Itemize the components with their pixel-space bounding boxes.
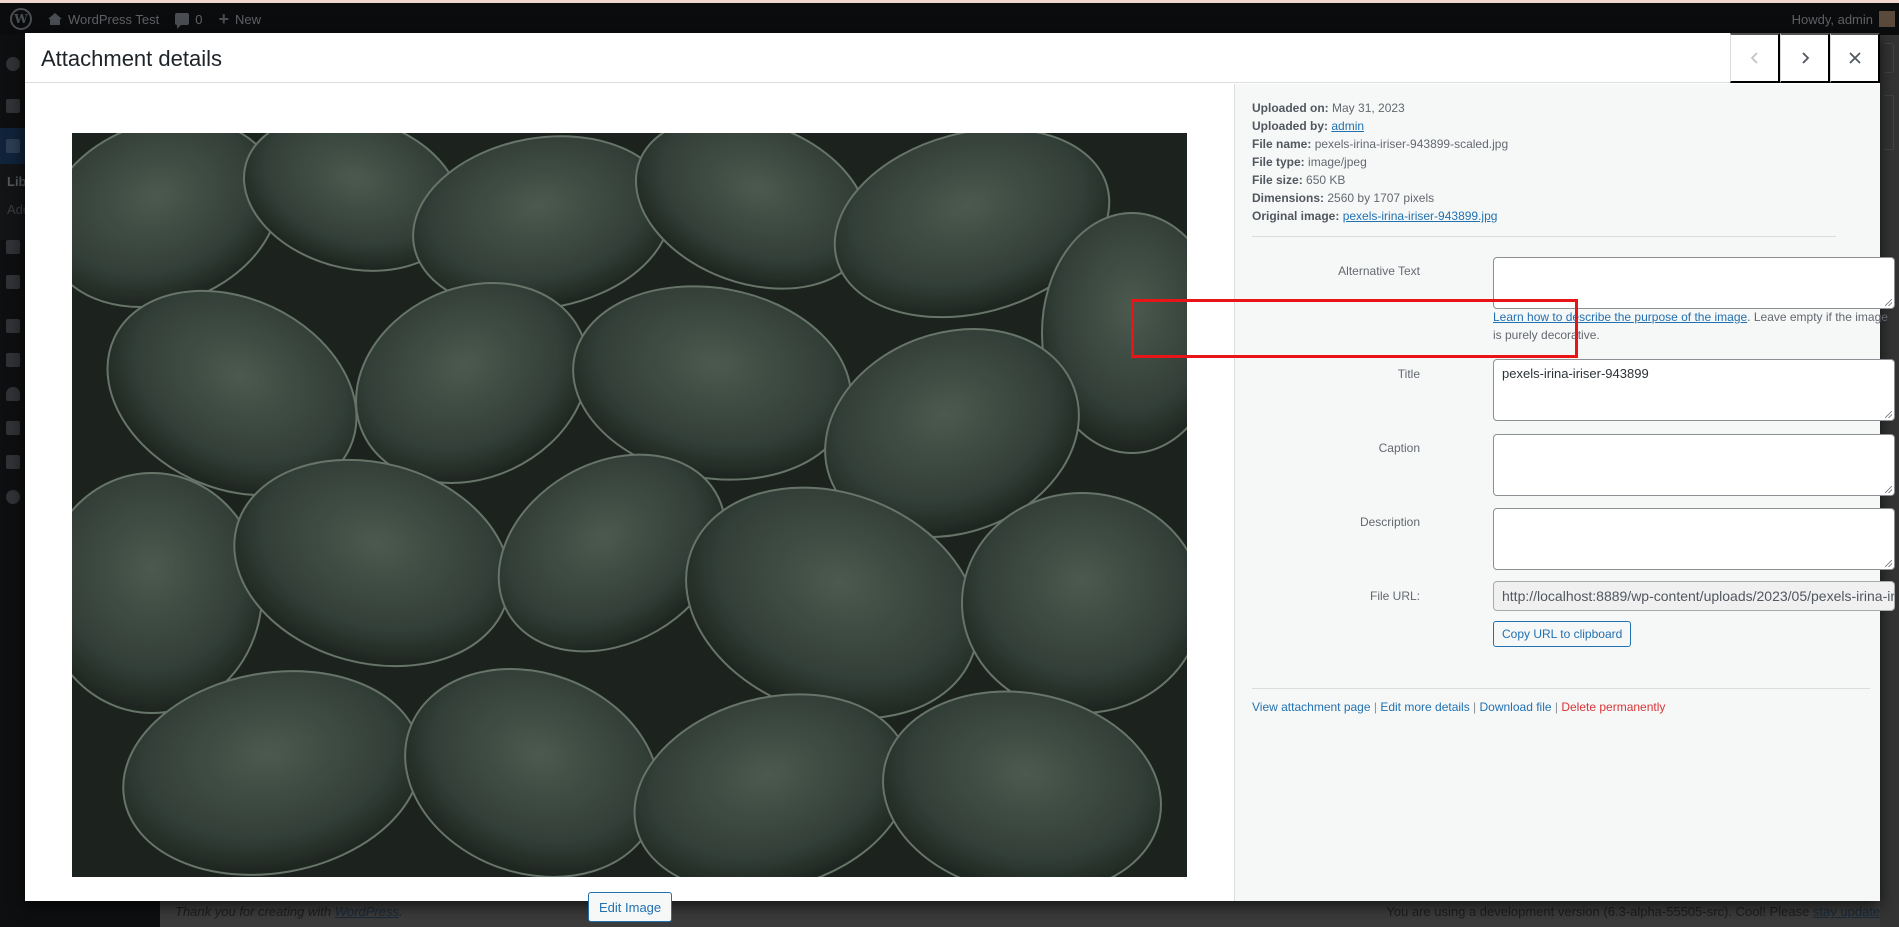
copy-url-button[interactable]: Copy URL to clipboard bbox=[1493, 621, 1632, 647]
attachment-info-sidebar: Uploaded on: May 31, 2023 Uploaded by: a… bbox=[1234, 84, 1895, 901]
file-type-value: image/jpeg bbox=[1308, 155, 1367, 169]
wp-logo-menu[interactable]: W bbox=[0, 3, 40, 35]
download-file-link[interactable]: Download file bbox=[1480, 700, 1552, 714]
original-image-label: Original image: bbox=[1252, 209, 1340, 223]
chevron-left-icon bbox=[1750, 52, 1758, 64]
file-size-value: 650 KB bbox=[1306, 173, 1346, 187]
file-size-row: File size: 650 KB bbox=[1252, 171, 1508, 189]
new-label: New bbox=[235, 11, 262, 27]
file-type-row: File type: image/jpeg bbox=[1252, 153, 1508, 171]
file-name-label: File name: bbox=[1252, 137, 1312, 151]
footer-thanks-suffix: . bbox=[399, 904, 403, 919]
close-icon bbox=[1848, 52, 1861, 64]
separator: | bbox=[1370, 700, 1381, 714]
attachment-details-modal: Attachment details Edit Image Uploaded o… bbox=[25, 33, 1895, 922]
description-textarea[interactable] bbox=[1493, 508, 1895, 570]
file-size-label: File size: bbox=[1252, 173, 1303, 187]
title-label: Title bbox=[1397, 367, 1420, 381]
chevron-right-icon bbox=[1801, 52, 1809, 64]
hosta-leaves-photo bbox=[72, 133, 1187, 877]
media-icon bbox=[6, 139, 20, 153]
next-attachment-button[interactable] bbox=[1780, 33, 1830, 83]
description-label: Description bbox=[1359, 515, 1420, 529]
home-icon bbox=[48, 13, 62, 25]
howdy-greeting: Howdy, admin bbox=[1791, 11, 1873, 27]
file-url-input[interactable]: http://localhost:8889/wp-content/uploads… bbox=[1493, 581, 1895, 611]
comments-count: 0 bbox=[195, 11, 203, 27]
modal-title: Attachment details bbox=[41, 46, 222, 71]
uploaded-by-label: Uploaded by: bbox=[1252, 119, 1329, 133]
footer-thanks: Thank you for creating with WordPress. bbox=[175, 904, 403, 919]
comments-link[interactable]: 0 bbox=[167, 3, 210, 35]
previous-attachment-button[interactable] bbox=[1730, 33, 1780, 83]
stay-updated-link[interactable]: stay updated bbox=[1813, 904, 1887, 919]
file-name-value: pexels-irina-iriser-943899-scaled.jpg bbox=[1314, 137, 1509, 151]
site-name: WordPress Test bbox=[68, 11, 160, 27]
view-attachment-page-link[interactable]: View attachment page bbox=[1252, 700, 1371, 714]
original-image-row: Original image: pexels-irina-iriser-9438… bbox=[1252, 207, 1508, 225]
comments-icon[interactable] bbox=[6, 275, 20, 289]
uploaded-by-row: Uploaded by: admin bbox=[1252, 117, 1508, 135]
wordpress-logo-icon: W bbox=[10, 8, 32, 30]
file-url-label: File URL: bbox=[1369, 589, 1420, 603]
dimensions-label: Dimensions: bbox=[1252, 191, 1325, 205]
title-textarea[interactable]: pexels-irina-iriser-943899 bbox=[1493, 359, 1895, 421]
new-content-menu[interactable]: + New bbox=[211, 3, 270, 35]
caption-textarea[interactable] bbox=[1493, 434, 1895, 496]
dimensions-row: Dimensions: 2560 by 1707 pixels bbox=[1252, 189, 1508, 207]
plus-icon: + bbox=[218, 9, 230, 29]
dashboard-icon[interactable] bbox=[6, 57, 20, 71]
edit-more-details-link[interactable]: Edit more details bbox=[1380, 700, 1469, 714]
settings-icon[interactable] bbox=[6, 455, 20, 469]
alt-text-label: Alternative Text bbox=[1338, 264, 1420, 278]
original-image-link[interactable]: pexels-irina-iriser-943899.jpg bbox=[1343, 209, 1498, 223]
uploaded-on-value: May 31, 2023 bbox=[1332, 101, 1405, 115]
attachment-media-view: Edit Image bbox=[25, 84, 1234, 922]
attachment-actions: View attachment page | Edit more details… bbox=[1252, 700, 1665, 714]
delete-permanently-link[interactable]: Delete permanently bbox=[1561, 700, 1665, 714]
edit-image-button[interactable]: Edit Image bbox=[588, 892, 673, 922]
collapse-menu-icon[interactable] bbox=[6, 490, 20, 504]
file-name-row: File name: pexels-irina-iriser-943899-sc… bbox=[1252, 135, 1508, 153]
uploaded-on-label: Uploaded on: bbox=[1252, 101, 1329, 115]
appearance-brush-icon[interactable] bbox=[6, 319, 20, 333]
uploaded-by-link[interactable]: admin bbox=[1331, 119, 1364, 133]
footer-version-text: You are using a development version (6.3… bbox=[1386, 904, 1813, 919]
tools-wrench-icon[interactable] bbox=[6, 421, 20, 435]
site-name-link[interactable]: WordPress Test bbox=[40, 3, 167, 35]
file-type-label: File type: bbox=[1252, 155, 1305, 169]
file-details: Uploaded on: May 31, 2023 Uploaded by: a… bbox=[1252, 99, 1508, 225]
screen-options-tab bbox=[1884, 43, 1894, 73]
actions-divider bbox=[1252, 688, 1870, 689]
help-tab bbox=[1884, 95, 1894, 150]
modal-header: Attachment details bbox=[25, 33, 1880, 83]
dimensions-value: 2560 by 1707 pixels bbox=[1327, 191, 1435, 205]
alt-text-textarea[interactable] bbox=[1493, 257, 1895, 309]
footer-thanks-text: Thank you for creating with bbox=[175, 904, 335, 919]
caption-label: Caption bbox=[1378, 441, 1420, 455]
close-modal-button[interactable] bbox=[1830, 33, 1880, 83]
users-icon[interactable] bbox=[6, 387, 20, 401]
admin-bar: W WordPress Test 0 + New Howdy, admin bbox=[0, 3, 1899, 35]
uploaded-on-row: Uploaded on: May 31, 2023 bbox=[1252, 99, 1508, 117]
avatar bbox=[1879, 11, 1895, 27]
footer-version: You are using a development version (6.3… bbox=[1386, 904, 1891, 919]
alt-text-help: Learn how to describe the purpose of the… bbox=[1493, 308, 1895, 344]
footer-wordpress-link[interactable]: WordPress bbox=[335, 904, 399, 919]
separator: | bbox=[1469, 700, 1480, 714]
details-divider bbox=[1252, 236, 1836, 237]
comment-icon bbox=[175, 13, 190, 29]
attachment-image bbox=[72, 133, 1187, 877]
alt-text-help-link[interactable]: Learn how to describe the purpose of the… bbox=[1493, 310, 1747, 324]
posts-pin-icon[interactable] bbox=[6, 99, 20, 113]
separator: | bbox=[1551, 700, 1562, 714]
my-account-menu[interactable]: Howdy, admin bbox=[1784, 3, 1899, 35]
pages-icon[interactable] bbox=[6, 240, 20, 254]
plugins-icon[interactable] bbox=[6, 353, 20, 367]
